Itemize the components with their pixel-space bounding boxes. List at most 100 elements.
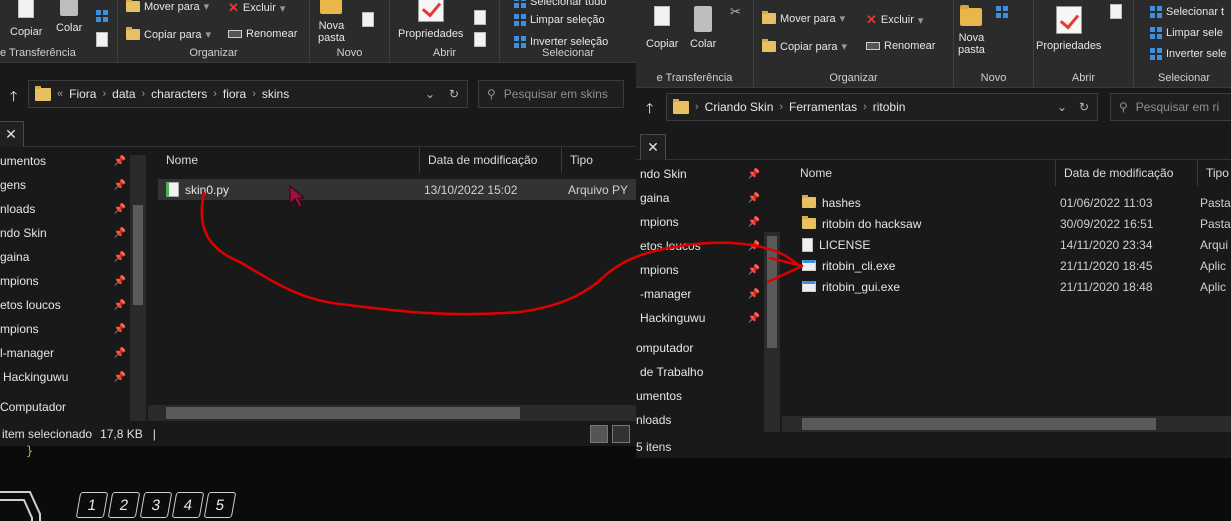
large-icons-view-button[interactable]	[612, 425, 630, 443]
nav-item[interactable]: gens 📌	[0, 173, 148, 197]
nav-item[interactable]: Hackinguwu 📌	[636, 306, 782, 330]
chevron-down-icon[interactable]: ⌄	[1057, 100, 1067, 114]
list-horizontal-scrollbar-thumb[interactable]	[802, 418, 1156, 430]
chevron-down-icon[interactable]: ⌄	[425, 87, 435, 101]
nav-item[interactable]: mpions 📌	[0, 317, 148, 341]
open-icon[interactable]	[1110, 4, 1122, 19]
close-tab-button[interactable]: ✕	[0, 121, 24, 147]
nav-item[interactable]: nloads 📌	[0, 197, 148, 221]
history-icon[interactable]	[474, 32, 486, 47]
paste-button[interactable]: Colar	[56, 0, 82, 34]
nav-item[interactable]: omputador	[636, 336, 782, 360]
nav-scrollbar[interactable]	[130, 155, 146, 421]
select-all-button[interactable]: Selecionar t	[1150, 6, 1224, 18]
file-row[interactable]: LICENSE 14/11/2020 23:34 Arqui	[792, 234, 1231, 255]
up-arrow-icon[interactable]: 🡑	[10, 86, 17, 110]
nav-item[interactable]: Computador	[0, 395, 148, 419]
delete-button[interactable]: ✕ Excluir ▾	[228, 0, 285, 16]
nav-item[interactable]: gaina 📌	[0, 245, 148, 269]
nav-item[interactable]: -manager 📌	[636, 282, 782, 306]
nav-item[interactable]: mpions 📌	[0, 269, 148, 293]
file-row[interactable]: ritobin_cli.exe 21/11/2020 18:45 Aplic	[792, 255, 1231, 276]
details-view-button[interactable]	[590, 425, 608, 443]
refresh-icon[interactable]: ↻	[1079, 100, 1089, 114]
paste-shortcut-icon[interactable]	[96, 10, 108, 22]
breadcrumb-item[interactable]: skins	[262, 87, 289, 101]
clear-selection-button[interactable]: Limpar seleção	[514, 14, 605, 26]
select-all-button[interactable]: Selecionar tudo	[514, 0, 606, 8]
file-row[interactable]: skin0.py 13/10/2022 15:02 Arquivo PY	[158, 179, 636, 200]
copy-button[interactable]: Copiar	[10, 0, 42, 38]
up-arrow-icon[interactable]: 🡑	[646, 98, 653, 122]
list-horizontal-scrollbar[interactable]	[148, 405, 636, 421]
move-to-button[interactable]: Mover para ▾	[126, 0, 209, 13]
nav-item[interactable]: ndo Skin 📌	[0, 221, 148, 245]
breadcrumb-item[interactable]: fiora	[223, 87, 246, 101]
breadcrumb-item[interactable]: data	[112, 87, 135, 101]
file-row[interactable]: ritobin_gui.exe 21/11/2020 18:48 Aplic	[792, 276, 1231, 297]
nav-scrollbar-thumb[interactable]	[133, 205, 143, 305]
nav-item[interactable]: ndo Skin 📌	[636, 162, 782, 186]
column-header-type[interactable]: Tipo	[562, 147, 636, 173]
new-item-icon[interactable]	[362, 12, 374, 27]
column-header-name[interactable]: Nome	[158, 147, 420, 173]
properties-button[interactable]: Propriedades	[1036, 6, 1101, 52]
breadcrumb-separator: ›	[252, 88, 256, 100]
column-header-date[interactable]: Data de modificação	[1056, 160, 1198, 186]
copy-path-icon[interactable]	[96, 32, 108, 47]
breadcrumb-overflow[interactable]: «	[57, 88, 63, 100]
search-box[interactable]: ⚲ Pesquisar em skins	[478, 80, 624, 108]
move-to-button[interactable]: Mover para ▾	[762, 11, 845, 25]
exe-icon	[802, 260, 816, 271]
breadcrumb-item[interactable]: characters	[151, 87, 207, 101]
breadcrumb-separator: ›	[213, 88, 217, 100]
breadcrumb-item[interactable]: ritobin	[873, 100, 906, 114]
nav-item[interactable]: umentos 📌	[0, 149, 148, 173]
breadcrumb-item[interactable]: Criando Skin	[705, 100, 774, 114]
column-header-date[interactable]: Data de modificação	[420, 147, 562, 173]
nav-item[interactable]: de Trabalho	[636, 360, 782, 384]
pin-icon: 📌	[747, 312, 760, 324]
scissors-icon[interactable]: ✂	[730, 4, 741, 20]
paste-button[interactable]: Colar	[690, 6, 716, 50]
nav-item[interactable]: Hackinguwu 📌	[0, 365, 148, 389]
nav-item[interactable]: mpions 📌	[636, 258, 782, 282]
group-label-open: Abrir	[1071, 72, 1096, 84]
nav-item[interactable]: gaina 📌	[636, 186, 782, 210]
new-item-icon[interactable]	[996, 6, 1008, 18]
address-bar[interactable]: › Criando Skin › Ferramentas › ritobin ⌄…	[666, 93, 1098, 121]
nav-item[interactable]: umentos	[636, 384, 782, 408]
nav-item[interactable]: l-manager 📌	[0, 341, 148, 365]
column-header-name[interactable]: Nome	[792, 160, 1056, 186]
nav-scrollbar-thumb[interactable]	[767, 236, 777, 348]
nav-item[interactable]: mpions 📌	[636, 210, 782, 234]
list-horizontal-scrollbar[interactable]	[782, 416, 1231, 432]
file-row[interactable]: hashes 01/06/2022 11:03 Pasta	[792, 192, 1231, 213]
close-tab-button[interactable]: ✕	[640, 134, 666, 160]
clear-selection-button[interactable]: Limpar sele	[1150, 27, 1223, 39]
delete-button[interactable]: ✕ Excluir ▾	[866, 12, 923, 28]
copy-button[interactable]: Copiar	[646, 6, 678, 50]
refresh-icon[interactable]: ↻	[449, 87, 459, 101]
nav-item[interactable]: etos loucos 📌	[0, 293, 148, 317]
breadcrumb-item[interactable]: Fiora	[69, 87, 96, 101]
rename-button[interactable]: Renomear	[228, 28, 297, 40]
open-icon[interactable]	[474, 10, 486, 25]
status-bar: item selecionado 17,8 KB |	[0, 423, 636, 445]
rename-button[interactable]: Renomear	[866, 40, 935, 52]
list-horizontal-scrollbar-thumb[interactable]	[166, 407, 520, 419]
new-folder-button[interactable]: Nova pasta	[318, 0, 345, 44]
copy-to-button[interactable]: Copiar para ▾	[762, 39, 847, 53]
nav-scrollbar[interactable]	[764, 232, 780, 432]
file-row[interactable]: ritobin do hacksaw 30/09/2022 16:51 Past…	[792, 213, 1231, 234]
invert-selection-button[interactable]: Inverter sele	[1150, 48, 1227, 60]
nav-item[interactable]: etos loucos 📌	[636, 234, 782, 258]
new-folder-button[interactable]: Nova pasta	[958, 5, 985, 56]
copy-to-button[interactable]: Copiar para ▾	[126, 27, 211, 41]
nav-item[interactable]: nloads	[636, 408, 782, 432]
search-box[interactable]: ⚲ Pesquisar em ri	[1110, 93, 1231, 121]
breadcrumb-item[interactable]: Ferramentas	[789, 100, 857, 114]
column-header-type[interactable]: Tipo	[1198, 160, 1231, 186]
address-bar[interactable]: « Fiora › data › characters › fiora › sk…	[28, 80, 468, 108]
properties-button[interactable]: Propriedades	[398, 0, 463, 40]
